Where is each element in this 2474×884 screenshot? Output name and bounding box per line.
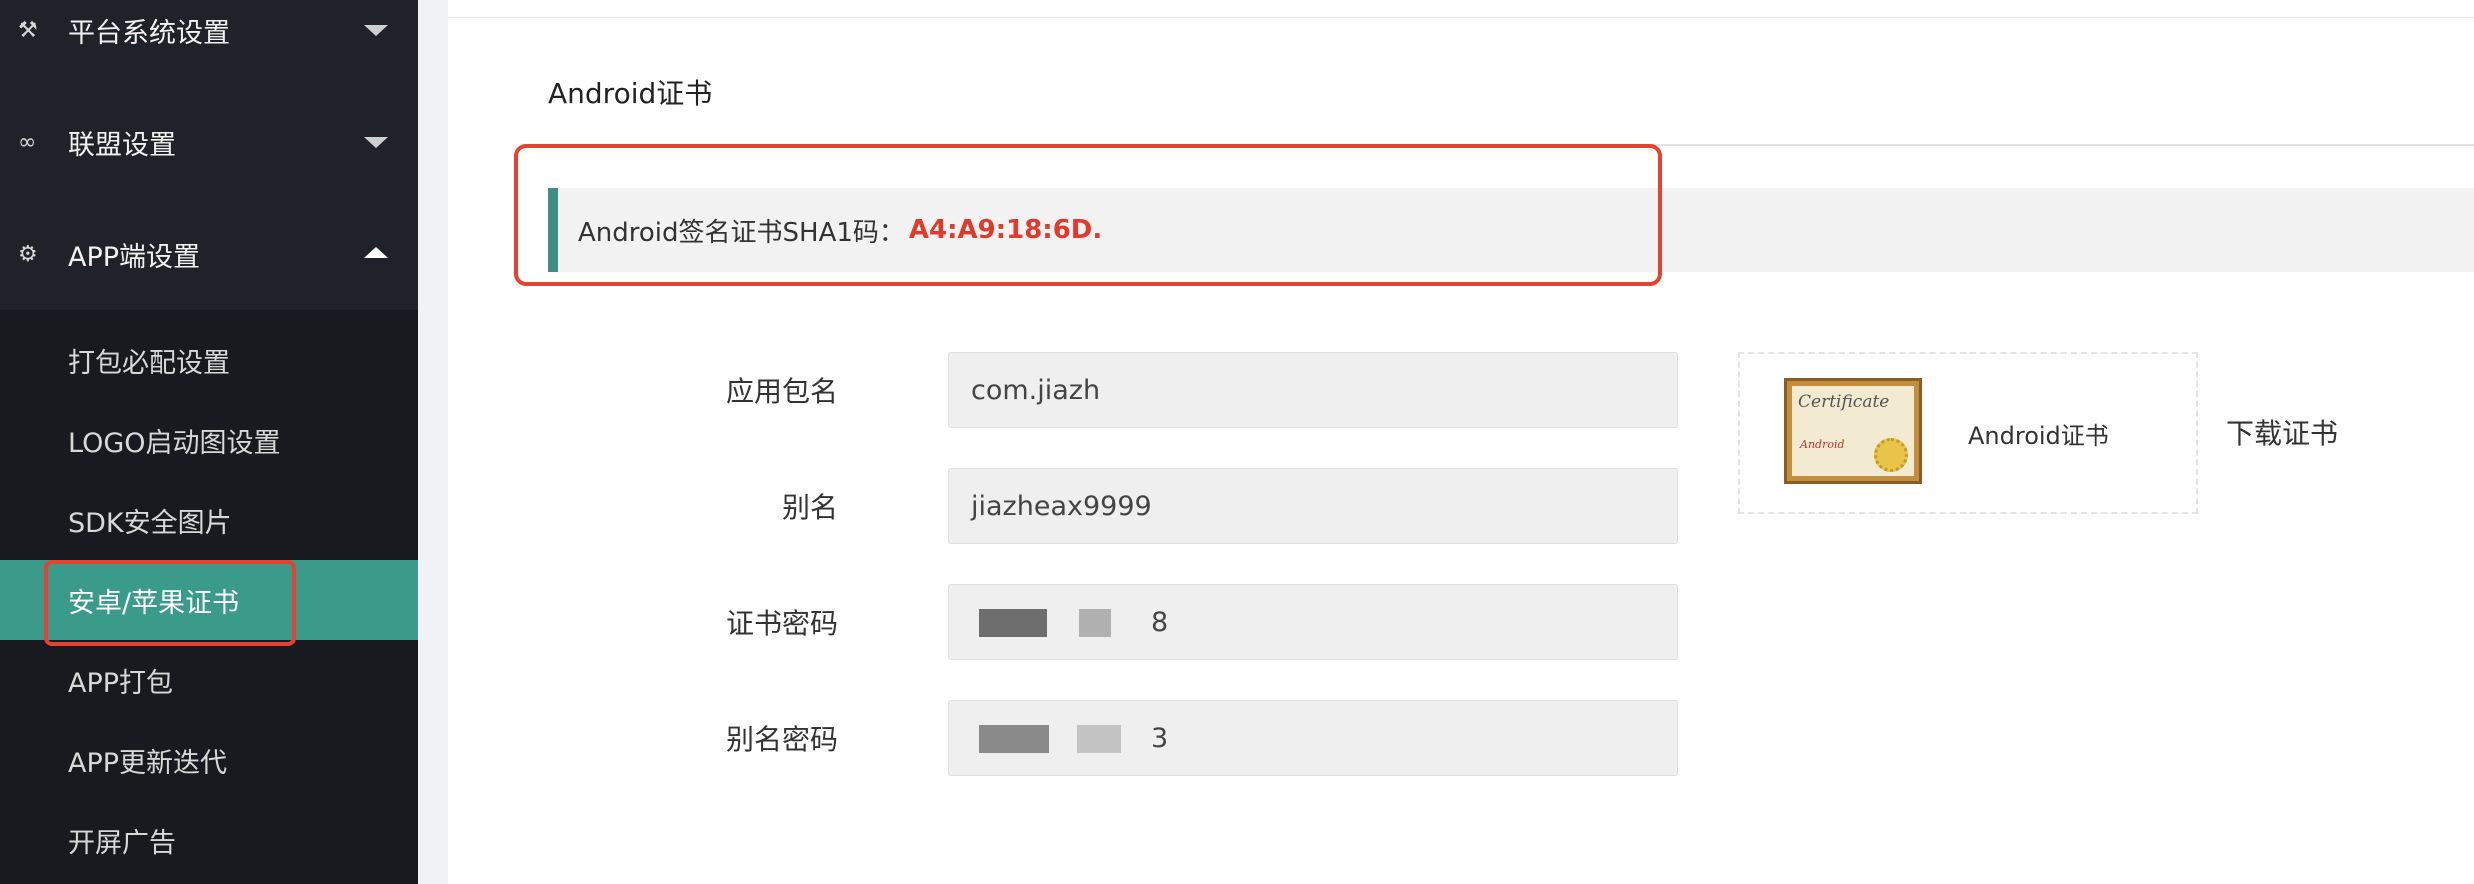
redaction — [979, 725, 1049, 753]
tab-android-certificate[interactable]: Android证书 — [548, 72, 712, 112]
menu-label: 平台系统设置 — [68, 17, 230, 49]
sidebar-item-app-packaging[interactable]: APP打包 — [0, 640, 418, 720]
sidebar-item-logo-splash[interactable]: LOGO启动图设置 — [0, 400, 418, 480]
seal-icon — [1874, 438, 1908, 472]
sidebar-item-app-update[interactable]: APP更新迭代 — [0, 720, 418, 800]
gear-icon: ⚙ — [18, 241, 38, 267]
field-value: 3 — [1151, 722, 1169, 754]
chevron-down-icon — [364, 25, 388, 36]
package-name-label: 应用包名 — [725, 375, 838, 408]
menu-alliance-settings[interactable]: ∞ 联盟设置 — [0, 86, 418, 198]
menu-label: APP端设置 — [68, 241, 201, 273]
gutter — [418, 0, 448, 884]
certificate-image-text: Certificate — [1798, 392, 1890, 412]
redaction — [1079, 609, 1111, 637]
sidebar-item-packaging-config[interactable]: 打包必配设置 — [0, 320, 418, 400]
download-certificate-link[interactable]: 下载证书 — [2226, 412, 2338, 452]
sidebar: ⚒ 平台系统设置 ∞ 联盟设置 ⚙ APP端设置 打包必配设置 LOGO启动图设… — [0, 0, 418, 884]
divider — [448, 17, 2474, 18]
cert-password-label: 证书密码 — [725, 607, 838, 640]
highlight-box — [44, 560, 296, 646]
alias-password-field[interactable]: 3 — [948, 700, 1678, 776]
alias-password-label: 别名密码 — [725, 723, 838, 756]
certificate-image-subtext: Android — [1800, 438, 1845, 451]
menu-platform-settings[interactable]: ⚒ 平台系统设置 — [0, 0, 418, 86]
alias-field[interactable]: jiazheax9999 — [948, 468, 1678, 544]
field-value: 8 — [1151, 606, 1169, 638]
menu-app-settings[interactable]: ⚙ APP端设置 — [0, 198, 418, 310]
field-value: com.jiazh — [971, 374, 1101, 406]
chevron-down-icon — [364, 137, 388, 148]
certificate-name: Android证书 — [1968, 422, 2109, 450]
field-value: jiazheax9999 — [971, 490, 1152, 522]
package-name-field[interactable]: com.jiazh — [948, 352, 1678, 428]
tools-icon: ⚒ — [18, 17, 38, 43]
redaction — [1077, 725, 1121, 753]
redaction — [979, 609, 1047, 637]
menu-label: 联盟设置 — [68, 129, 176, 161]
certificate-image: Certificate Android — [1784, 378, 1922, 484]
highlight-box — [514, 144, 1662, 286]
sidebar-item-sdk-image[interactable]: SDK安全图片 — [0, 480, 418, 560]
alias-label: 别名 — [781, 491, 838, 524]
chevron-up-icon — [364, 247, 388, 258]
link-icon: ∞ — [18, 129, 37, 155]
main-content: Android证书 Android签名证书SHA1码： A4:A9:18:6D.… — [448, 0, 2474, 884]
sidebar-item-splash-ad[interactable]: 开屏广告 — [0, 800, 418, 880]
certificate-card: Certificate Android Android证书 — [1738, 352, 2198, 514]
cert-password-field[interactable]: 8 — [948, 584, 1678, 660]
